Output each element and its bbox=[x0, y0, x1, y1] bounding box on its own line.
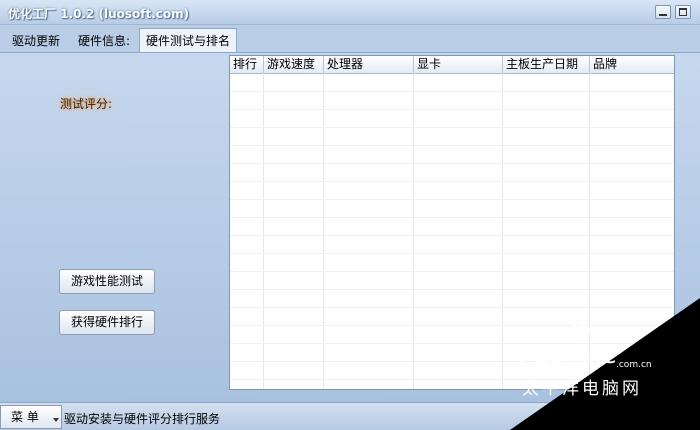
row-gridline bbox=[230, 253, 674, 254]
row-gridline bbox=[230, 325, 674, 326]
tab-strip: 驱动更新 硬件信息: 硬件测试与排名 bbox=[0, 28, 700, 52]
menu-button[interactable]: 菜 单 bbox=[0, 405, 62, 429]
row-gridline bbox=[230, 271, 674, 272]
row-gridline bbox=[230, 307, 674, 308]
tab-hardware-info[interactable]: 硬件信息: bbox=[76, 30, 132, 52]
test-score-label: 测试评分: bbox=[60, 97, 113, 111]
table-header: 排行 游戏速度 处理器 显卡 主板生产日期 品牌 bbox=[230, 56, 674, 74]
column-header-processor[interactable]: 处理器 bbox=[324, 56, 414, 73]
window-title: 优化工厂 1.0.2 (luosoft.com) bbox=[8, 7, 190, 21]
column-header-board-date[interactable]: 主板生产日期 bbox=[503, 56, 590, 73]
tab-driver-update[interactable]: 驱动更新 bbox=[10, 30, 62, 52]
watermark-logo-rest: Conline bbox=[532, 341, 617, 369]
row-gridline bbox=[230, 163, 674, 164]
game-performance-test-button[interactable]: 游戏性能测试 bbox=[59, 269, 155, 294]
row-gridline bbox=[230, 127, 674, 128]
row-gridline bbox=[230, 289, 674, 290]
title-bar: 优化工厂 1.0.2 (luosoft.com) bbox=[0, 0, 700, 25]
minimize-button[interactable] bbox=[655, 5, 671, 19]
menu-button-label: 菜 单 bbox=[11, 410, 39, 424]
row-gridline bbox=[230, 181, 674, 182]
column-header-graphics-card[interactable]: 显卡 bbox=[414, 56, 503, 73]
status-text: 驱动安装与硬件评分排行服务 bbox=[64, 412, 221, 426]
row-gridline bbox=[230, 145, 674, 146]
get-hardware-ranking-button[interactable]: 获得硬件排行 bbox=[59, 310, 155, 335]
tab-hardware-test-ranking[interactable]: 硬件测试与排名 bbox=[139, 28, 238, 52]
maximize-button[interactable] bbox=[675, 5, 691, 19]
row-gridline bbox=[230, 217, 674, 218]
watermark-logo-p: P bbox=[518, 340, 534, 370]
column-header-rank[interactable]: 排行 bbox=[230, 56, 264, 73]
row-gridline bbox=[230, 199, 674, 200]
watermark-subtitle: 太平洋电脑网 bbox=[522, 379, 642, 399]
chevron-down-icon bbox=[53, 418, 59, 422]
watermark-domain: .com.cn bbox=[616, 360, 652, 370]
column-header-brand[interactable]: 品牌 bbox=[590, 56, 674, 73]
row-gridline bbox=[230, 235, 674, 236]
watermark-logo: PConline bbox=[518, 340, 617, 370]
row-gridline bbox=[230, 109, 674, 110]
column-header-game-speed[interactable]: 游戏速度 bbox=[264, 56, 324, 73]
row-gridline bbox=[230, 91, 674, 92]
